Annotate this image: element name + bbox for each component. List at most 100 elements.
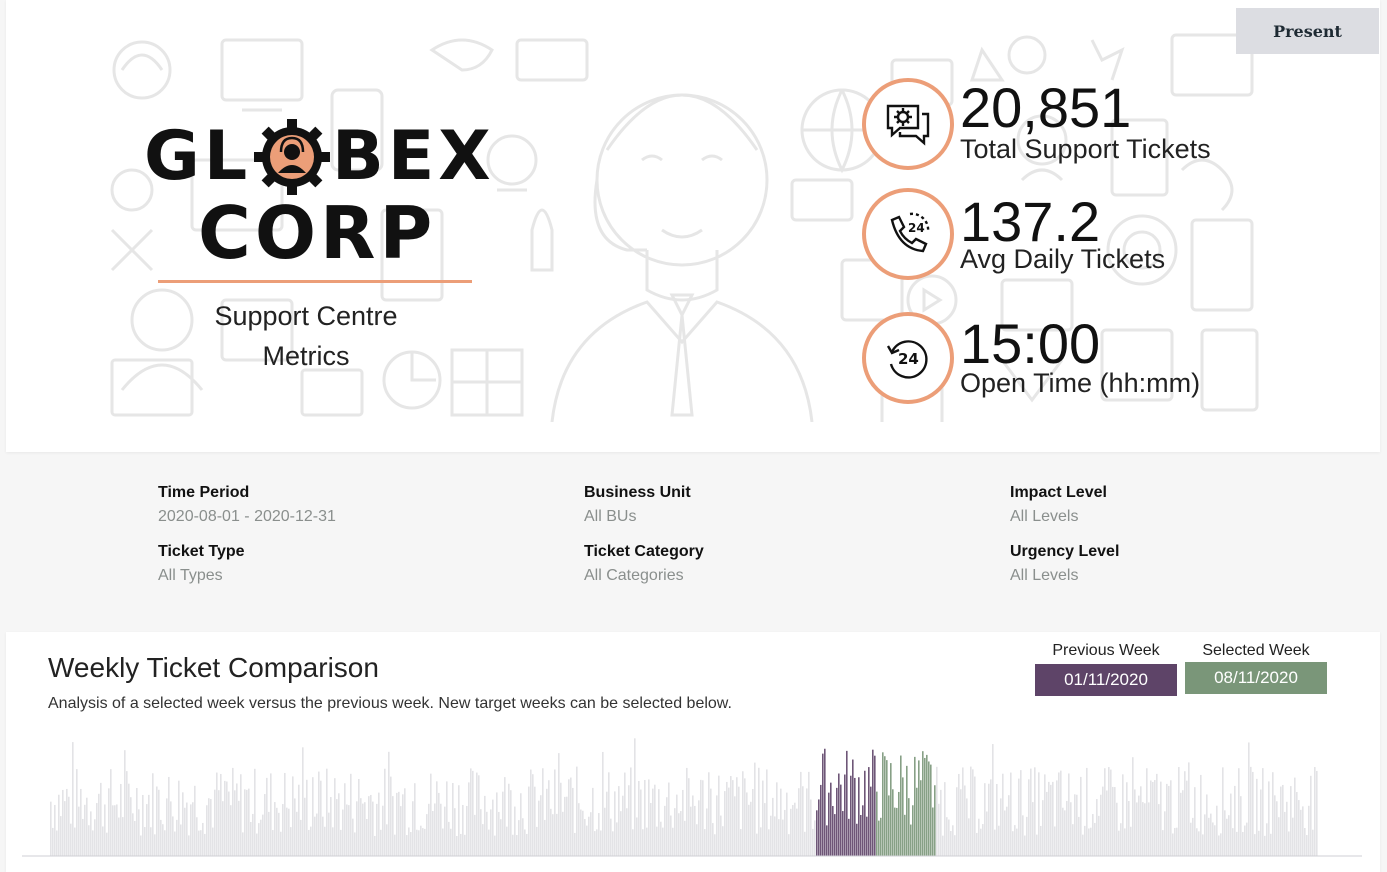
timeline-bar[interactable] <box>362 803 364 856</box>
timeline-bar[interactable] <box>1246 822 1248 856</box>
timeline-bar[interactable] <box>1248 742 1250 856</box>
timeline-bar[interactable] <box>1150 780 1152 856</box>
timeline-bar[interactable] <box>388 751 390 856</box>
timeline-bar[interactable] <box>386 824 388 856</box>
timeline-bar[interactable] <box>304 797 306 856</box>
selected-week-bar[interactable] <box>902 777 904 856</box>
selected-week-bar[interactable] <box>892 789 894 856</box>
previous-week-bar[interactable] <box>816 810 818 856</box>
timeline-bar[interactable] <box>366 819 368 856</box>
timeline-bar[interactable] <box>404 788 406 856</box>
timeline-bar[interactable] <box>270 773 272 856</box>
timeline-bar[interactable] <box>1034 767 1036 856</box>
timeline-bar[interactable] <box>774 816 776 856</box>
timeline-bar[interactable] <box>1054 826 1056 856</box>
timeline-bar[interactable] <box>238 800 240 856</box>
timeline-bar[interactable] <box>1088 828 1090 856</box>
previous-week-bar[interactable] <box>864 770 866 856</box>
timeline-bar[interactable] <box>1292 817 1294 856</box>
timeline-bar[interactable] <box>1136 802 1138 856</box>
timeline-bar[interactable] <box>950 831 952 856</box>
timeline-bar[interactable] <box>78 806 80 856</box>
timeline-bar[interactable] <box>200 830 202 856</box>
timeline-bar[interactable] <box>726 781 728 856</box>
timeline-bar[interactable] <box>300 819 302 856</box>
timeline-bar[interactable] <box>352 818 354 856</box>
timeline-bar[interactable] <box>734 796 736 856</box>
timeline-bar[interactable] <box>1148 802 1150 856</box>
timeline-bar[interactable] <box>1120 823 1122 856</box>
selected-week-bar[interactable] <box>900 755 902 856</box>
timeline-bar[interactable] <box>1188 762 1190 856</box>
timeline-bar[interactable] <box>202 822 204 856</box>
timeline-bar[interactable] <box>218 790 220 856</box>
timeline-bar[interactable] <box>516 835 518 856</box>
timeline-bar[interactable] <box>948 819 950 856</box>
timeline-bar[interactable] <box>144 827 146 856</box>
timeline-bar[interactable] <box>980 828 982 856</box>
timeline-bar[interactable] <box>1076 794 1078 856</box>
timeline-bar[interactable] <box>256 833 258 856</box>
previous-week-bar[interactable] <box>874 755 876 856</box>
timeline-bar[interactable] <box>958 773 960 856</box>
timeline-bar[interactable] <box>50 801 52 856</box>
timeline-bar[interactable] <box>94 819 96 856</box>
timeline-bar[interactable] <box>196 817 198 856</box>
timeline-bar[interactable] <box>468 782 470 856</box>
timeline-bar[interactable] <box>106 832 108 856</box>
timeline-bar[interactable] <box>622 795 624 856</box>
timeline-bar[interactable] <box>810 799 812 856</box>
timeline-bar[interactable] <box>1310 775 1312 856</box>
timeline-bar[interactable] <box>544 819 546 856</box>
timeline-bar[interactable] <box>1118 830 1120 856</box>
timeline-bar[interactable] <box>1266 823 1268 856</box>
weekly-ticket-timeline[interactable] <box>6 732 1380 860</box>
timeline-bar[interactable] <box>306 779 308 856</box>
timeline-bar[interactable] <box>1218 835 1220 856</box>
timeline-bar[interactable] <box>1074 794 1076 856</box>
timeline-bar[interactable] <box>230 805 232 856</box>
timeline-bar[interactable] <box>190 804 192 856</box>
timeline-bar[interactable] <box>610 818 612 856</box>
timeline-bar[interactable] <box>192 802 194 856</box>
timeline-bar[interactable] <box>1180 792 1182 856</box>
timeline-bar[interactable] <box>566 796 568 856</box>
timeline-bar[interactable] <box>1240 796 1242 856</box>
timeline-bar[interactable] <box>1112 786 1114 856</box>
timeline-bar[interactable] <box>168 776 170 856</box>
selected-week-button[interactable]: 08/11/2020 <box>1185 662 1327 694</box>
timeline-bar[interactable] <box>970 766 972 856</box>
timeline-bar[interactable] <box>118 817 120 856</box>
timeline-bar[interactable] <box>616 822 618 856</box>
timeline-bar[interactable] <box>280 831 282 856</box>
timeline-bar[interactable] <box>1250 766 1252 856</box>
timeline-bar[interactable] <box>596 829 598 856</box>
timeline-bar[interactable] <box>58 794 60 856</box>
timeline-bar[interactable] <box>1154 780 1156 856</box>
timeline-bar[interactable] <box>76 769 78 856</box>
timeline-bar[interactable] <box>1146 768 1148 856</box>
timeline-bar[interactable] <box>1070 802 1072 856</box>
timeline-bar[interactable] <box>754 762 756 856</box>
timeline-bar[interactable] <box>982 824 984 856</box>
timeline-bar[interactable] <box>166 798 168 856</box>
timeline-bar[interactable] <box>778 819 780 856</box>
timeline-bar[interactable] <box>780 788 782 856</box>
timeline-bar[interactable] <box>474 814 476 856</box>
previous-week-bar[interactable] <box>828 792 830 856</box>
timeline-bar[interactable] <box>224 780 226 856</box>
timeline-bar[interactable] <box>290 827 292 856</box>
timeline-bar[interactable] <box>560 782 562 856</box>
filter-ticket-type[interactable]: Ticket Type All Types <box>158 543 245 585</box>
timeline-bar[interactable] <box>432 810 434 856</box>
timeline-bar[interactable] <box>974 776 976 856</box>
timeline-bar[interactable] <box>1152 781 1154 856</box>
selected-week-bar[interactable] <box>890 763 892 856</box>
timeline-bar[interactable] <box>142 794 144 856</box>
timeline-bar[interactable] <box>372 801 374 856</box>
timeline-bar[interactable] <box>186 802 188 856</box>
previous-week-bar[interactable] <box>850 775 852 856</box>
timeline-bar[interactable] <box>584 819 586 856</box>
timeline-bar[interactable] <box>130 797 132 856</box>
timeline-bar[interactable] <box>462 804 464 856</box>
